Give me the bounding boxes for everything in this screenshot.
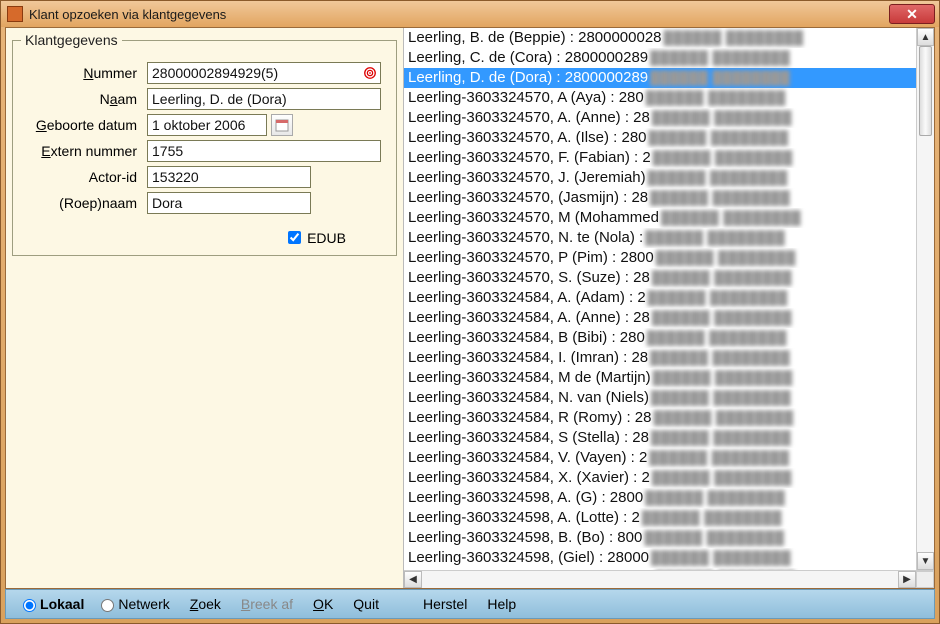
list-item[interactable]: Leerling-3603324570, J. (Jeremiah)██████… <box>404 168 934 188</box>
herstel-button[interactable]: Herstel <box>415 594 475 614</box>
extern-input[interactable] <box>147 140 381 162</box>
list-item[interactable]: Leerling-3603324584, B (Bibi) : 280█████… <box>404 328 934 348</box>
titlebar: Klant opzoeken via klantgegevens ✕ <box>1 1 939 27</box>
scroll-right-arrow-icon[interactable]: ▶ <box>898 571 916 588</box>
list-item[interactable]: Leerling-3603324584, R (Romy) : 28██████… <box>404 408 934 428</box>
group-legend: Klantgegevens <box>21 32 122 48</box>
label-extern: Extern nummer <box>21 143 147 159</box>
location-netwerk-radio[interactable]: Netwerk <box>96 596 169 612</box>
list-item[interactable]: Leerling-3603324570, N. te (Nola) :█████… <box>404 228 934 248</box>
breek-af-button: Breek af <box>233 594 301 614</box>
list-item[interactable]: Leerling-3603324598, J (Jip) : 28000████… <box>404 568 934 570</box>
form-panel: Klantgegevens Nummer Naam <box>6 28 404 588</box>
help-button[interactable]: Help <box>479 594 524 614</box>
list-item[interactable]: Leerling-3603324598, A. (Lotte) : 2█████… <box>404 508 934 528</box>
location-lokaal-radio[interactable]: Lokaal <box>18 596 84 612</box>
window-title: Klant opzoeken via klantgegevens <box>29 7 889 22</box>
calendar-icon <box>275 118 289 132</box>
label-roep: (Roep)naam <box>21 195 147 211</box>
list-item[interactable]: Leerling-3603324598, A. (G) : 2800██████… <box>404 488 934 508</box>
ok-button[interactable]: OK <box>305 594 341 614</box>
list-item[interactable]: Leerling-3603324570, A. (Ilse) : 280████… <box>404 128 934 148</box>
label-geboorte: Geboorte datum <box>21 117 147 133</box>
calendar-button[interactable] <box>271 114 293 136</box>
scroll-left-arrow-icon[interactable]: ◀ <box>404 571 422 588</box>
close-icon: ✕ <box>906 6 918 23</box>
list-item[interactable]: Leerling-3603324570, A (Aya) : 280██████… <box>404 88 934 108</box>
list-item[interactable]: Leerling-3603324584, M de (Martijn)█████… <box>404 368 934 388</box>
list-item[interactable]: Leerling-3603324570, M (Mohammed██████ █… <box>404 208 934 228</box>
list-item[interactable]: Leerling-3603324584, N. van (Niels)█████… <box>404 388 934 408</box>
scroll-up-arrow-icon[interactable]: ▲ <box>917 28 934 46</box>
nummer-input[interactable] <box>147 62 381 84</box>
list-item[interactable]: Leerling, B. de (Beppie) : 2800000028███… <box>404 28 934 48</box>
naam-input[interactable] <box>147 88 381 110</box>
list-item[interactable]: Leerling-3603324598, B. (Bo) : 800██████… <box>404 528 934 548</box>
vertical-scrollbar[interactable]: ▲ ▼ <box>916 28 934 570</box>
list-item[interactable]: Leerling-3603324570, (Jasmijn) : 28█████… <box>404 188 934 208</box>
scroll-down-arrow-icon[interactable]: ▼ <box>917 552 934 570</box>
list-item[interactable]: Leerling-3603324584, I. (Imran) : 28████… <box>404 348 934 368</box>
list-item[interactable]: Leerling-3603324584, A. (Adam) : 2██████… <box>404 288 934 308</box>
zoek-button[interactable]: Zoek <box>182 594 229 614</box>
close-button[interactable]: ✕ <box>889 4 935 24</box>
edub-checkbox[interactable] <box>288 231 301 244</box>
target-icon <box>363 66 377 80</box>
scroll-track[interactable] <box>917 46 934 552</box>
list-item[interactable]: Leerling, D. de (Dora) : 2800000289█████… <box>404 68 934 88</box>
scroll-corner <box>916 571 934 588</box>
list-item[interactable]: Leerling-3603324570, F. (Fabian) : 2████… <box>404 148 934 168</box>
list-item[interactable]: Leerling-3603324598, (Giel) : 28000█████… <box>404 548 934 568</box>
label-naam: Naam <box>21 91 147 107</box>
roep-input[interactable] <box>147 192 311 214</box>
results-panel: Leerling, B. de (Beppie) : 2800000028███… <box>404 28 934 588</box>
list-item[interactable]: Leerling-3603324584, X. (Xavier) : 2████… <box>404 468 934 488</box>
quit-button[interactable]: Quit <box>345 594 387 614</box>
list-item[interactable]: Leerling-3603324584, V. (Vayen) : 2█████… <box>404 448 934 468</box>
list-item[interactable]: Leerling-3603324570, P (Pim) : 2800█████… <box>404 248 934 268</box>
scroll-thumb[interactable] <box>919 46 932 136</box>
results-list[interactable]: Leerling, B. de (Beppie) : 2800000028███… <box>404 28 934 570</box>
radio-netwerk[interactable] <box>101 599 114 612</box>
hscroll-track[interactable] <box>422 571 898 588</box>
list-item[interactable]: Leerling-3603324584, S (Stella) : 28████… <box>404 428 934 448</box>
statusbar: Lokaal Netwerk Zoek Breek af OK Quit Her… <box>5 589 935 619</box>
app-icon <box>7 6 23 22</box>
label-actor: Actor-id <box>21 169 147 185</box>
list-item[interactable]: Leerling-3603324570, A. (Anne) : 28█████… <box>404 108 934 128</box>
horizontal-scrollbar[interactable]: ◀ ▶ <box>404 570 934 588</box>
list-item[interactable]: Leerling, C. de (Cora) : 2800000289█████… <box>404 48 934 68</box>
klantgegevens-group: Klantgegevens Nummer Naam <box>12 32 397 256</box>
radio-lokaal[interactable] <box>23 599 36 612</box>
actor-input[interactable] <box>147 166 311 188</box>
list-item[interactable]: Leerling-3603324584, A. (Anne) : 28█████… <box>404 308 934 328</box>
geboorte-input[interactable] <box>147 114 267 136</box>
list-item[interactable]: Leerling-3603324570, S. (Suze) : 28█████… <box>404 268 934 288</box>
label-nummer: Nummer <box>21 65 147 81</box>
edub-label[interactable]: EDUB <box>307 230 346 246</box>
